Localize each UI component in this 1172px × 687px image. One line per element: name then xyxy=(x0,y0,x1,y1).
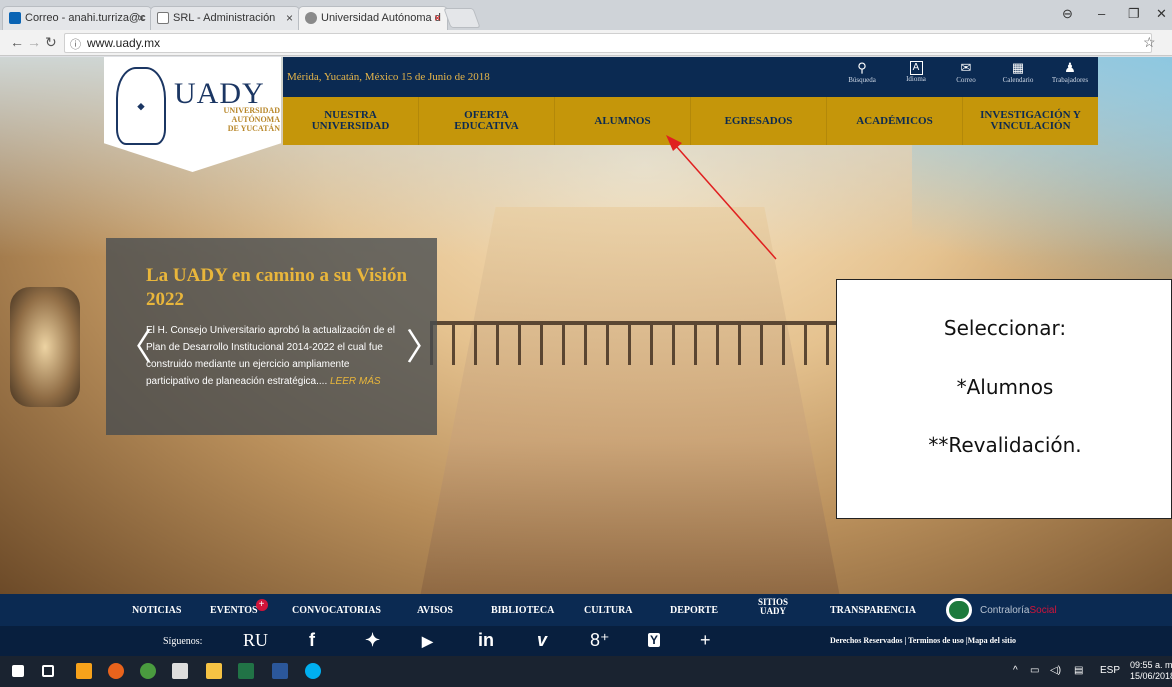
network-icon[interactable]: ▭ xyxy=(1030,665,1039,676)
minimize-icon[interactable]: – xyxy=(1098,6,1105,21)
vimeo-icon[interactable]: v xyxy=(537,630,547,651)
footer-links-bar: NOTICIAS EVENTOS + CONVOCATORIAS AVISOS B… xyxy=(0,594,1172,626)
uady-favicon-icon xyxy=(305,12,317,24)
footer-link-avisos[interactable]: AVISOS xyxy=(417,605,453,616)
twitter-icon[interactable]: ✦ xyxy=(365,630,380,651)
footer-social-bar: Síguenos: RU f ✦ ▶ in v 8⁺ Y + Derechos … xyxy=(0,626,1172,656)
calculator-icon[interactable] xyxy=(172,663,188,679)
chrome-icon[interactable] xyxy=(140,663,156,679)
contraloria-icon xyxy=(946,598,972,622)
folder-icon[interactable] xyxy=(206,663,222,679)
footer-link-eventos[interactable]: EVENTOS + xyxy=(210,599,268,616)
footer-link-cultura[interactable]: CULTURA xyxy=(584,605,633,616)
close-icon[interactable]: × xyxy=(286,11,293,25)
yahoo-icon[interactable]: Y xyxy=(648,633,661,647)
bookmark-star-icon[interactable]: ☆ xyxy=(1143,34,1156,51)
uady-homepage: ◆ UADY UNIVERSIDAD AUTÓNOMA DE YUCATÁN M… xyxy=(0,57,1172,594)
ru-icon[interactable]: RU xyxy=(243,630,268,651)
volume-icon[interactable]: ◁) xyxy=(1050,665,1061,676)
system-clock[interactable]: 09:55 a. m. 15/06/2018 xyxy=(1130,660,1172,682)
forward-icon[interactable]: → xyxy=(27,34,41,50)
events-badge: + xyxy=(255,599,268,611)
google-plus-icon[interactable]: 8⁺ xyxy=(590,630,610,651)
reload-icon[interactable]: ↻ xyxy=(45,34,57,51)
outlook-icon xyxy=(9,12,21,24)
profile-icon[interactable]: ⊖ xyxy=(1062,6,1073,22)
more-social-icon[interactable]: + xyxy=(700,630,711,651)
footer-link-biblioteca[interactable]: BIBLIOTECA xyxy=(491,605,554,616)
tab-uady[interactable]: Universidad Autónoma d × xyxy=(298,6,448,30)
tray-chevron-icon[interactable]: ^ xyxy=(1013,665,1018,676)
url-input[interactable]: ⓘ www.uady.mx xyxy=(64,33,1152,53)
tab-correo[interactable]: Correo - anahi.turriza@c × xyxy=(2,6,152,30)
browser-tab-strip: Correo - anahi.turriza@c × SRL - Adminis… xyxy=(0,0,1172,30)
new-tab-button[interactable] xyxy=(443,8,481,28)
facebook-icon[interactable]: f xyxy=(309,630,315,651)
footer-link-transparencia[interactable]: TRANSPARENCIA xyxy=(830,605,916,616)
annotation-note: Seleccionar: *Alumnos **Revalidación. xyxy=(836,279,1172,519)
footer-link-noticias[interactable]: NOTICIAS xyxy=(132,605,181,616)
close-icon[interactable]: × xyxy=(138,11,145,25)
address-bar-row: ← → ↻ ⓘ www.uady.mx ☆ xyxy=(0,30,1172,56)
follow-label: Síguenos: xyxy=(163,636,203,647)
url-text: www.uady.mx xyxy=(87,36,161,50)
info-icon[interactable]: ⓘ xyxy=(70,36,81,52)
close-icon[interactable]: × xyxy=(434,11,441,25)
footer-link-deporte[interactable]: DEPORTE xyxy=(670,605,718,616)
windows-start-icon[interactable] xyxy=(12,665,24,677)
task-view-icon[interactable] xyxy=(42,665,54,677)
notifications-icon[interactable]: ▤ xyxy=(1074,665,1083,676)
linkedin-icon[interactable]: in xyxy=(478,630,494,651)
note-line-1: Seleccionar: xyxy=(943,316,1067,340)
clock-date: 15/06/2018 xyxy=(1130,671,1172,681)
youtube-icon[interactable]: ▶ xyxy=(422,633,433,650)
note-line-2: *Alumnos xyxy=(956,375,1054,399)
file-explorer-icon[interactable] xyxy=(76,663,92,679)
close-window-icon[interactable]: ✕ xyxy=(1156,6,1167,22)
tab-title: SRL - Administración xyxy=(173,12,276,24)
skype-icon[interactable] xyxy=(305,663,321,679)
footer-rights-links[interactable]: Derechos Reservados | Terminos de uso |M… xyxy=(830,636,1016,645)
page-icon xyxy=(157,12,169,24)
note-line-3: **Revalidación. xyxy=(928,433,1082,457)
footer-link-sitios-uady[interactable]: SITIOS UADY xyxy=(758,598,788,616)
firefox-icon[interactable] xyxy=(108,663,124,679)
word-icon[interactable] xyxy=(272,663,288,679)
footer-link-convocatorias[interactable]: CONVOCATORIAS xyxy=(292,605,381,616)
clock-time: 09:55 a. m. xyxy=(1130,660,1172,670)
maximize-icon[interactable]: ❐ xyxy=(1128,6,1140,22)
windows-taskbar: ^ ▭ ◁) ▤ ESP 09:55 a. m. 15/06/2018 xyxy=(0,656,1172,687)
tab-title: Correo - anahi.turriza@c xyxy=(25,12,146,24)
back-icon[interactable]: ← xyxy=(10,34,24,50)
tab-srl[interactable]: SRL - Administración × xyxy=(150,6,300,30)
tab-title: Universidad Autónoma d xyxy=(321,12,441,24)
language-indicator[interactable]: ESP xyxy=(1100,665,1120,676)
excel-icon[interactable] xyxy=(238,663,254,679)
